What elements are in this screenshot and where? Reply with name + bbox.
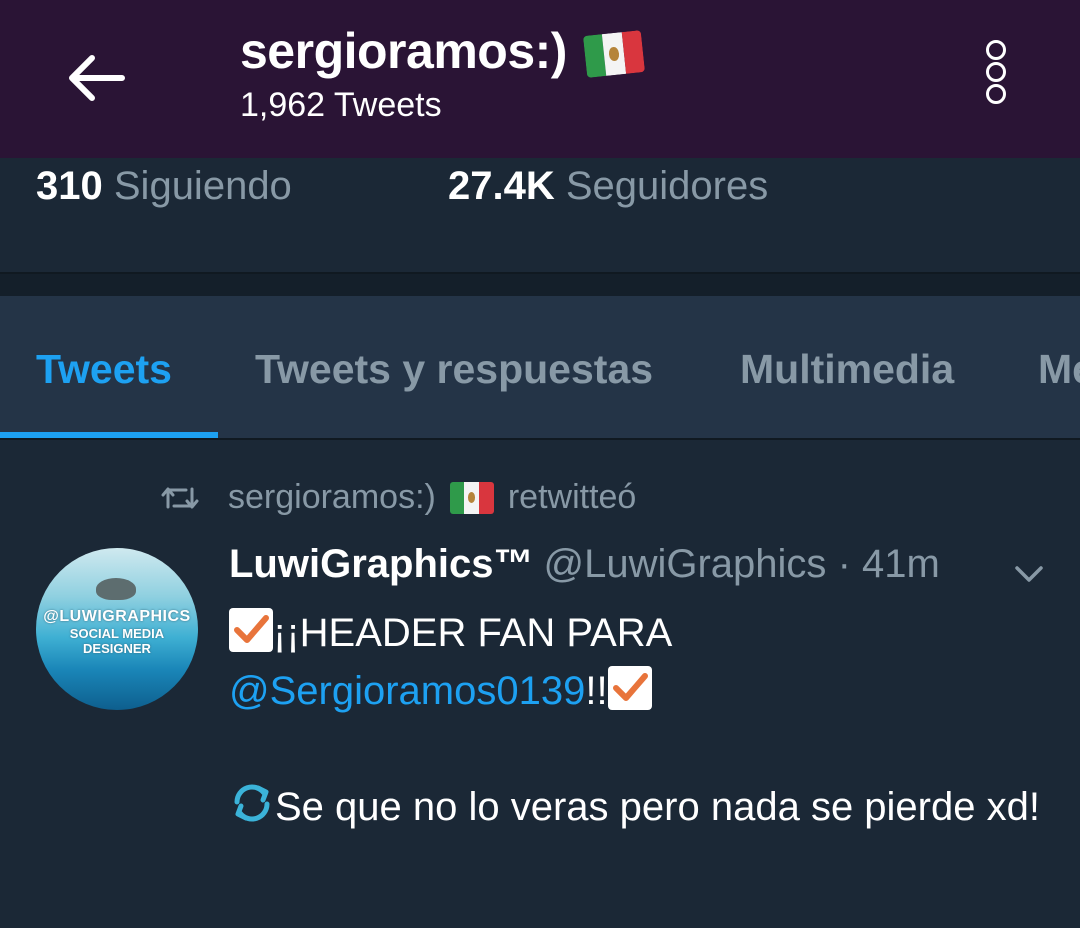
tab-media[interactable]: Multimedia — [740, 346, 954, 393]
tweet-handle[interactable]: @LuwiGraphics — [544, 542, 827, 586]
check-mark-icon — [229, 608, 273, 652]
tweet-line-1: ¡¡HEADER FAN PARA — [229, 604, 1049, 662]
check-mark-icon — [607, 666, 652, 710]
tab-tweets-and-replies[interactable]: Tweets y respuestas — [255, 346, 653, 393]
tweet-body: ¡¡HEADER FAN PARA @Sergioramos0139!! Se … — [229, 604, 1049, 836]
header-title-block: sergioramos:) 1,962 Tweets — [240, 22, 645, 125]
more-options-button[interactable] — [978, 40, 1014, 116]
tweet-exclamation: !! — [585, 669, 608, 713]
bird-graphic — [96, 578, 136, 600]
tweet-author[interactable]: LuwiGraphics™ — [229, 542, 534, 586]
tweet-text-1: ¡¡HEADER FAN PARA — [273, 611, 673, 655]
tweet-text-3: Se que no lo veras pero nada se pierde x… — [275, 785, 1040, 829]
avatar-subtext: SOCIAL MEDIA DESIGNER — [69, 626, 165, 656]
mexico-flag-icon — [582, 30, 645, 78]
back-button[interactable] — [62, 48, 132, 108]
following-label: Siguiendo — [113, 164, 292, 208]
tab-tweets[interactable]: Tweets — [36, 346, 172, 393]
mexico-flag-icon — [449, 481, 494, 514]
retweet-action-label: retwitteó — [507, 478, 637, 516]
retweet-icon — [161, 487, 199, 508]
refresh-icon — [234, 784, 270, 822]
tweet-line-3: Se que no lo veras pero nada se pierde x… — [229, 778, 1049, 836]
profile-name: sergioramos:) — [240, 23, 567, 79]
tweet-header: LuwiGraphics™ @LuwiGraphics · 41m — [229, 542, 940, 587]
following-stat[interactable]: 310 Siguiendo — [36, 164, 292, 209]
arrow-left-icon — [69, 55, 125, 101]
retweeter-name[interactable]: sergioramos:) — [228, 478, 436, 517]
tweet-options-button[interactable] — [1012, 556, 1046, 590]
chevron-down-icon — [1015, 566, 1043, 582]
retweet-context: sergioramos:) retwitteó — [160, 478, 636, 517]
followers-count: 27.4K — [448, 164, 555, 208]
avatar-text: @LUWIGRAPHICS — [43, 608, 191, 625]
tab-likes[interactable]: Me — [1038, 346, 1080, 393]
following-count: 310 — [36, 164, 103, 208]
tweet-line-2: @Sergioramos0139!! — [229, 662, 1049, 720]
mention-link[interactable]: @Sergioramos0139 — [229, 669, 585, 713]
app-header: sergioramos:) 1,962 Tweets — [0, 0, 1080, 160]
avatar[interactable]: @LUWIGRAPHICS SOCIAL MEDIA DESIGNER — [36, 548, 198, 710]
separator-dot: · — [837, 542, 851, 586]
divider — [0, 438, 1080, 440]
followers-label: Seguidores — [565, 164, 769, 208]
tweet-count: 1,962 Tweets — [240, 86, 442, 124]
followers-stat[interactable]: 27.4K Seguidores — [448, 164, 768, 209]
section-gap — [0, 274, 1080, 296]
tweet-time[interactable]: 41m — [862, 542, 940, 586]
more-vertical-icon — [978, 40, 1014, 104]
profile-tabs: Tweets Tweets y respuestas Multimedia Me — [0, 296, 1080, 438]
profile-stats: 310 Siguiendo 27.4K Seguidores — [0, 158, 1080, 272]
